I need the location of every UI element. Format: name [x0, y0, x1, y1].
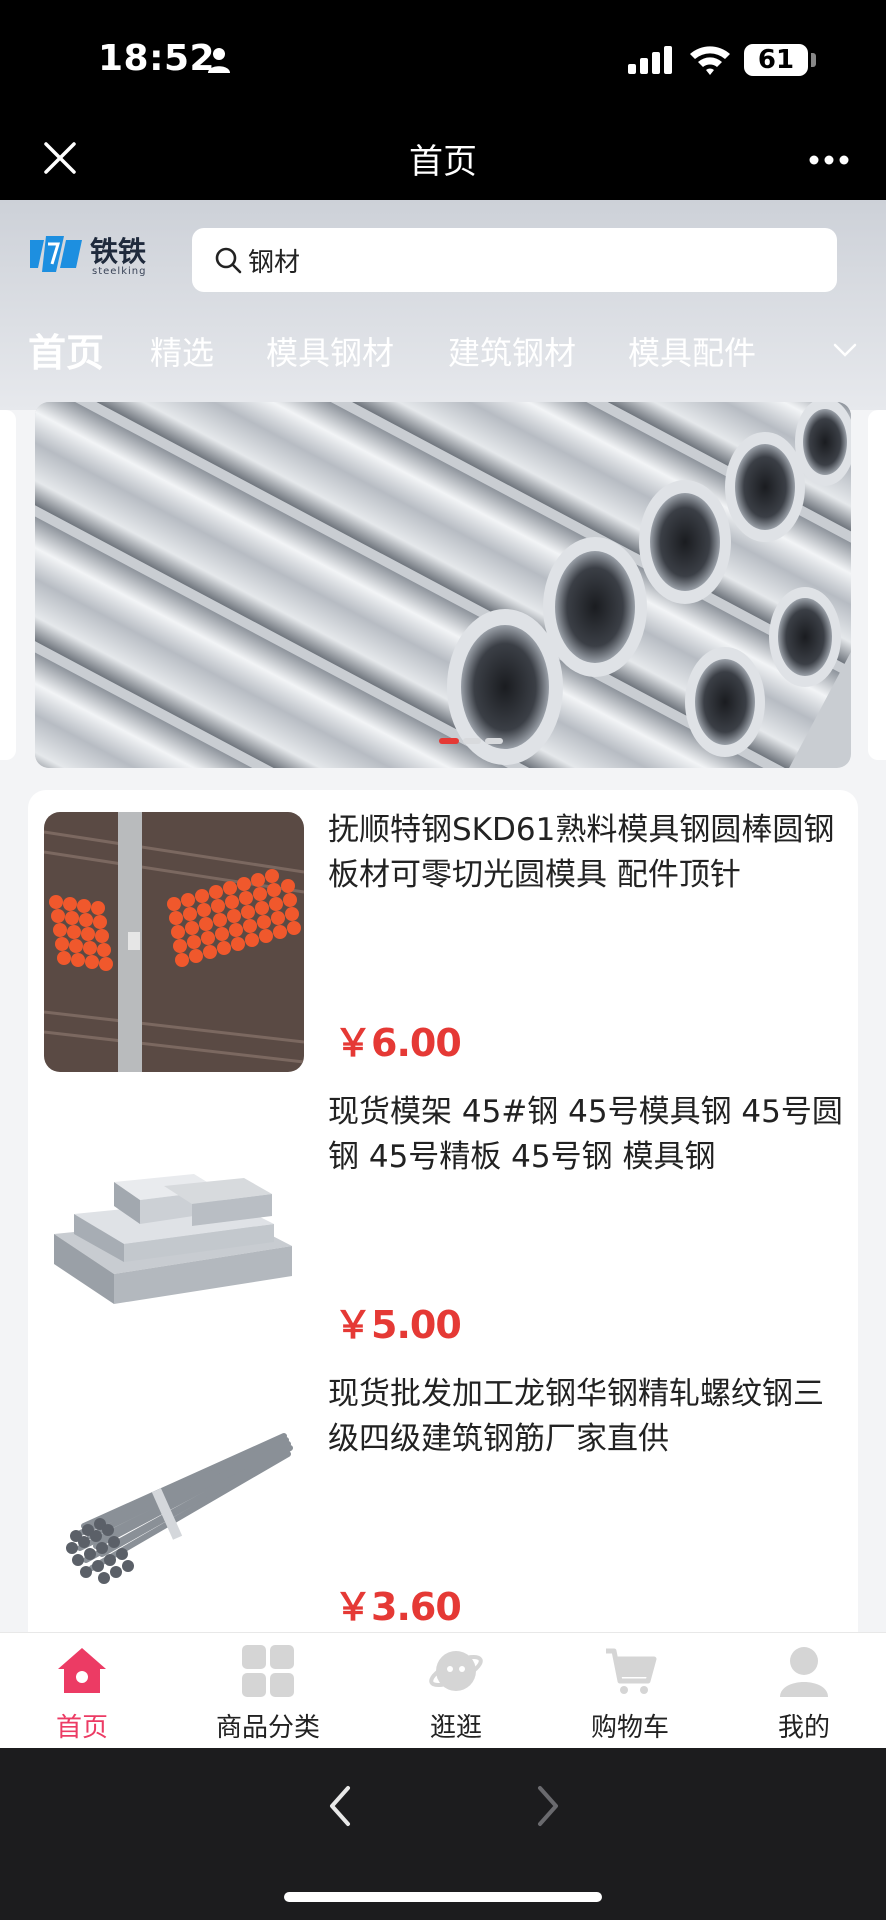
brand-name: 铁铁: [90, 235, 147, 268]
product-card[interactable]: 现货批发加工龙钢华钢精轧螺纹钢三级四级建筑钢筋厂家直供 ￥3.60: [28, 1354, 858, 1636]
product-name[interactable]: 现货批发加工龙钢华钢精轧螺纹钢三级四级建筑钢筋厂家直供: [328, 1372, 848, 1462]
search-icon: [215, 247, 242, 274]
category-grid-icon: [242, 1645, 294, 1697]
battery-cap: [811, 53, 816, 67]
bottom-tab-bar: 首页 商品分类 逛逛 购物车 我的: [0, 1632, 886, 1748]
chevron-down-icon[interactable]: [832, 340, 858, 360]
bottom-tab-label: 逛逛: [429, 1713, 482, 1743]
back-arrow-icon[interactable]: [326, 1784, 354, 1828]
bottom-tab-category[interactable]: 商品分类: [198, 1633, 338, 1749]
rebar-bundle-illustration: [44, 1376, 304, 1636]
product-price: ￥3.60: [334, 1585, 462, 1629]
product-image-steel-plates[interactable]: [44, 1094, 304, 1354]
cellular-signal-icon: [628, 46, 672, 74]
steel-pipes-illustration: [35, 402, 851, 768]
brand-logo[interactable]: 铁铁 steelking: [30, 230, 160, 282]
bottom-tab-explore[interactable]: 逛逛: [386, 1633, 526, 1749]
bottom-tab-home[interactable]: 首页: [12, 1633, 152, 1749]
home-indicator[interactable]: [284, 1892, 602, 1902]
bottom-tab-label: 我的: [777, 1713, 830, 1743]
steel-plates-illustration: [44, 1094, 304, 1354]
carousel-indicator: [439, 738, 503, 744]
store-header: 铁铁 steelking 钢材 首页 精选 模具钢材 建筑钢材 模具配件: [0, 200, 886, 410]
product-image-round-bars[interactable]: [44, 812, 304, 1072]
logo-mark-icon: [30, 236, 82, 272]
search-input[interactable]: 钢材: [192, 228, 837, 292]
tab-construction-steel[interactable]: 建筑钢材: [448, 328, 576, 374]
cart-icon: [606, 1648, 657, 1694]
tab-mold-parts[interactable]: 模具配件: [628, 328, 756, 374]
tab-home[interactable]: 首页: [28, 322, 104, 377]
round-bars-illustration: [44, 812, 304, 1072]
more-icon[interactable]: [808, 154, 850, 166]
banner-image-steel-pipes[interactable]: [35, 402, 851, 768]
page-title: 首页: [409, 142, 477, 182]
bottom-tab-cart[interactable]: 购物车: [560, 1633, 700, 1749]
person-icon: [208, 48, 230, 73]
banner-carousel[interactable]: [0, 400, 886, 770]
next-slide-peek: [868, 410, 886, 760]
browser-nav-bar: [0, 1748, 886, 1920]
home-icon: [58, 1648, 106, 1693]
product-image-rebar[interactable]: [44, 1376, 304, 1636]
user-icon: [780, 1647, 828, 1697]
bottom-tab-label: 购物车: [590, 1713, 669, 1743]
product-card[interactable]: 抚顺特钢SKD61熟料模具钢圆棒圆钢板材可零切光圆模具 配件顶针 ￥6.00: [28, 790, 858, 1072]
search-value: 钢材: [248, 248, 301, 278]
product-name[interactable]: 抚顺特钢SKD61熟料模具钢圆棒圆钢板材可零切光圆模具 配件顶针: [328, 808, 848, 898]
battery-level: 61: [744, 44, 808, 76]
prev-slide-peek: [0, 410, 16, 760]
product-price: ￥5.00: [334, 1303, 462, 1347]
brand-subtitle: steelking: [92, 266, 147, 277]
webview-title-bar: 首页: [0, 120, 886, 200]
product-name[interactable]: 现货模架 45#钢 45号模具钢 45号圆钢 45号精板 45号钢 模具钢: [328, 1090, 848, 1180]
screen: 18:52 61 首页 铁铁 steelking 钢材 首页 精选 模具钢材 建…: [0, 0, 886, 1920]
planet-icon: [429, 1651, 483, 1691]
status-bar: 18:52 61: [0, 0, 886, 120]
product-card[interactable]: 现货模架 45#钢 45号模具钢 45号圆钢 45号精板 45号钢 模具钢 ￥5…: [28, 1072, 858, 1354]
bottom-tab-profile[interactable]: 我的: [734, 1633, 874, 1749]
status-time: 18:52: [98, 38, 216, 79]
bottom-tab-label: 商品分类: [215, 1713, 320, 1743]
tab-featured[interactable]: 精选: [150, 328, 214, 374]
product-price: ￥6.00: [334, 1021, 462, 1065]
bottom-tab-label: 首页: [55, 1713, 108, 1743]
tab-mold-steel[interactable]: 模具钢材: [266, 328, 394, 374]
forward-arrow-icon[interactable]: [534, 1784, 562, 1828]
wifi-icon: [690, 46, 730, 75]
product-list: 抚顺特钢SKD61熟料模具钢圆棒圆钢板材可零切光圆模具 配件顶针 ￥6.00 现…: [28, 790, 858, 1640]
category-tabs: 首页 精选 模具钢材 建筑钢材 模具配件: [0, 320, 886, 380]
